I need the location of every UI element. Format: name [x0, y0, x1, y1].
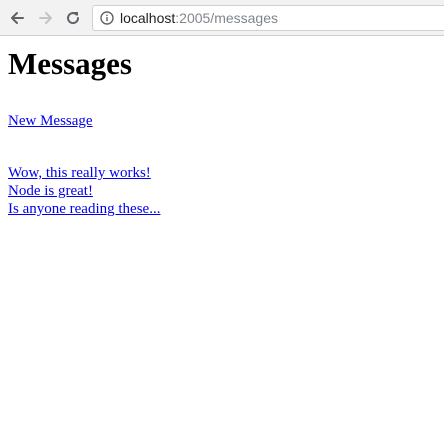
message-link[interactable]: Is anyone reading these...	[8, 201, 160, 217]
forward-arrow-icon	[39, 12, 52, 24]
url-host: localhost	[120, 10, 176, 26]
list-item: Is anyone reading these...	[8, 200, 444, 218]
list-item: Wow, this really works!	[8, 164, 444, 182]
list-item: Node is great!	[8, 182, 444, 200]
url-path: :2005/messages	[175, 10, 278, 26]
page-content: Messages New Message Wow, this really wo…	[8, 36, 444, 234]
new-message-link[interactable]: New Message	[8, 112, 93, 130]
message-link[interactable]: Node is great!	[8, 183, 93, 199]
info-icon[interactable]	[99, 10, 115, 26]
page-title: Messages	[8, 46, 132, 81]
back-button[interactable]	[7, 8, 27, 28]
browser-toolbar: localhost:2005/messages	[0, 0, 444, 36]
back-arrow-icon	[11, 12, 24, 24]
reload-button[interactable]	[63, 8, 83, 28]
address-bar[interactable]: localhost:2005/messages	[92, 5, 444, 31]
forward-button[interactable]	[36, 8, 56, 28]
message-link[interactable]: Wow, this really works!	[8, 165, 151, 181]
reload-icon	[67, 12, 80, 25]
message-list: Wow, this really works! Node is great! I…	[8, 164, 444, 218]
url-text: localhost:2005/messages	[120, 10, 278, 26]
